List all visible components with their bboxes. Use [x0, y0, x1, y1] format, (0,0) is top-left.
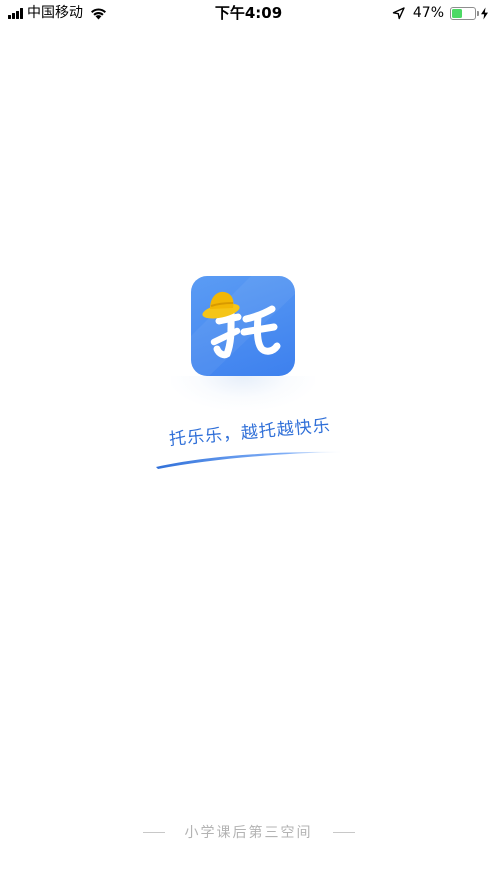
footer-tagline: 小学课后第三空间	[184, 825, 313, 841]
footer: 小学课后第三空间	[0, 822, 497, 842]
battery-nub	[477, 10, 479, 16]
status-bar: 中国移动 下午4:09 47%	[0, 0, 497, 26]
battery-percent: 47%	[412, 5, 444, 21]
app-logo-container	[191, 276, 295, 380]
splash-screen: 中国移动 下午4:09 47% 托乐乐，越托越快乐 小学课后第三空间	[0, 0, 497, 883]
logo-reflection	[171, 376, 315, 410]
charging-bolt-icon	[481, 7, 488, 19]
tuo-glyph-icon	[191, 276, 295, 376]
battery-icon	[450, 6, 479, 20]
battery-fill	[452, 8, 463, 18]
slogan-swoosh-underline	[156, 451, 342, 469]
status-right: 47%	[392, 4, 489, 22]
footer-divider-left	[142, 831, 165, 833]
footer-divider-right	[332, 831, 355, 833]
app-logo-icon	[191, 276, 295, 376]
location-arrow-icon	[392, 6, 405, 19]
